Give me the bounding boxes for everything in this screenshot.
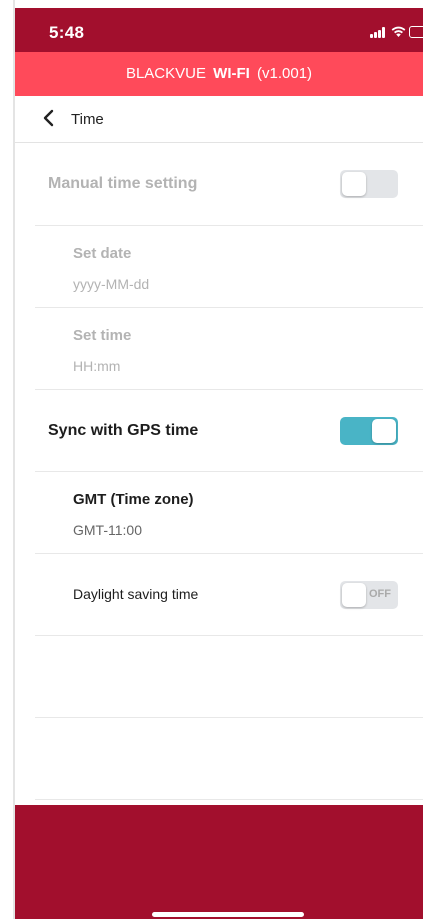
dst-label: Daylight saving time <box>73 586 199 602</box>
header-version: (v1.001) <box>257 65 313 82</box>
set-time-label: Set time <box>73 327 132 344</box>
battery-icon <box>409 26 423 38</box>
set-date-label: Set date <box>73 245 132 262</box>
nav-title: Time <box>71 111 104 128</box>
app-frame: 5:48 BLACKVUE WI-FI (v1.001) Time Manual… <box>15 8 423 919</box>
set-time-row[interactable]: Set time HH:mm <box>35 308 423 390</box>
gps-sync-toggle[interactable] <box>340 417 398 445</box>
app-header: BLACKVUE WI-FI (v1.001) <box>15 52 423 96</box>
timezone-row[interactable]: GMT (Time zone) GMT-11:00 <box>35 472 423 554</box>
bottom-bar <box>15 805 423 919</box>
status-time: 5:48 <box>49 23 85 42</box>
status-bar: 5:48 <box>15 8 423 52</box>
empty-row <box>35 636 423 718</box>
home-indicator[interactable] <box>152 912 304 917</box>
gps-sync-label: Sync with GPS time <box>48 422 199 439</box>
back-chevron-icon[interactable] <box>41 109 55 127</box>
manual-time-toggle[interactable] <box>340 170 398 198</box>
navigation-bar: Time <box>15 96 423 143</box>
dst-row: Daylight saving time OFF <box>35 554 423 636</box>
wifi-icon <box>391 26 406 37</box>
set-time-value: HH:mm <box>73 358 121 374</box>
set-date-value: yyyy-MM-dd <box>73 276 150 292</box>
manual-time-setting-row: Manual time setting <box>35 143 423 226</box>
timezone-value: GMT-11:00 <box>73 522 142 538</box>
gps-sync-row: Sync with GPS time <box>35 390 423 472</box>
dst-toggle[interactable]: OFF <box>340 581 398 609</box>
timezone-label: GMT (Time zone) <box>73 491 194 508</box>
manual-time-label: Manual time setting <box>48 175 198 192</box>
header-brand: BLACKVUE <box>125 65 206 82</box>
dst-toggle-text: OFF <box>369 588 391 600</box>
signal-icon <box>370 27 388 38</box>
header-product: WI-FI <box>213 65 250 82</box>
set-date-row[interactable]: Set date yyyy-MM-dd <box>35 226 423 308</box>
empty-row <box>35 718 423 800</box>
